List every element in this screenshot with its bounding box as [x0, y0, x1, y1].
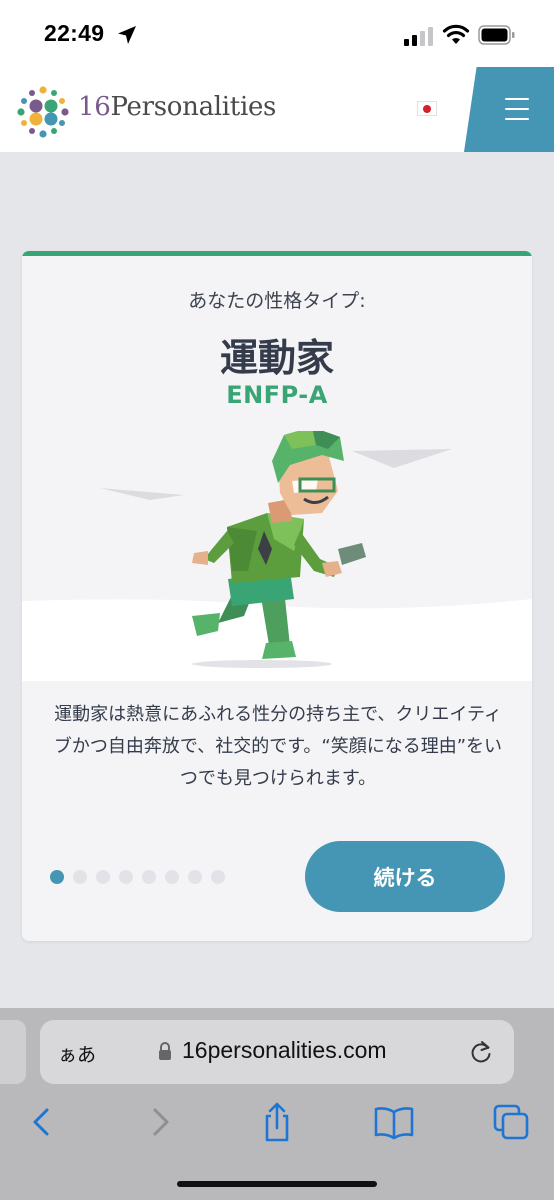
site-header: 16Personalities: [0, 67, 554, 152]
slide-dot: [50, 870, 64, 884]
logo-number: 16: [78, 92, 111, 122]
slide-dot: [165, 870, 179, 884]
logo-word: Personalities: [110, 92, 277, 122]
result-card: あなたの性格タイプ: 運動家 ENFP-A 運動家は熱意にあふれる性分の持ち主で…: [22, 251, 532, 941]
cellular-signal-icon: [404, 27, 433, 46]
lock-icon: [159, 1042, 171, 1060]
address-bar[interactable]: ぁあ 16personalities.com: [40, 1020, 514, 1084]
card-subtitle: あなたの性格タイプ:: [188, 290, 366, 312]
status-time: 22:49: [44, 20, 105, 46]
bookmarks-icon[interactable]: [372, 1100, 416, 1144]
card-accent-line: [22, 251, 532, 256]
campaigner-illustration: [22, 431, 532, 681]
slide-dot: [142, 870, 156, 884]
logo-dots-icon[interactable]: [14, 82, 72, 140]
continue-button[interactable]: 続ける: [305, 841, 505, 912]
wifi-icon: [442, 24, 470, 44]
personality-type-name: 運動家: [219, 336, 334, 380]
slide-dot: [96, 870, 110, 884]
slide-dot: [119, 870, 133, 884]
personality-type-code: ENFP-A: [226, 381, 328, 409]
logo-wordmark[interactable]: 16Personalities: [78, 92, 276, 122]
url-text[interactable]: 16personalities.com: [182, 1037, 387, 1064]
forward-icon[interactable]: [138, 1100, 182, 1144]
hamburger-menu-icon[interactable]: [505, 98, 529, 120]
reload-icon[interactable]: [468, 1039, 494, 1065]
location-arrow-icon: [118, 26, 136, 44]
home-indicator: [177, 1181, 377, 1187]
japan-flag-icon[interactable]: [417, 101, 437, 116]
share-icon[interactable]: [255, 1100, 299, 1144]
browser-bottom-bar: ぁあ 16personalities.com: [0, 1008, 554, 1200]
slide-dot: [73, 870, 87, 884]
status-bar: 22:49: [0, 0, 554, 70]
text-size-button[interactable]: ぁあ: [58, 1040, 96, 1067]
slide-indicator: [50, 870, 225, 884]
slide-dot: [211, 870, 225, 884]
slide-dot: [188, 870, 202, 884]
tabs-icon[interactable]: [490, 1100, 534, 1144]
previous-tab-peek[interactable]: [0, 1020, 26, 1084]
personality-description: 運動家は熱意にあふれる性分の持ち主で、クリエイティブかつ自由奔放で、社交的です。…: [53, 704, 503, 789]
back-icon[interactable]: [20, 1100, 64, 1144]
battery-icon: [478, 25, 515, 45]
